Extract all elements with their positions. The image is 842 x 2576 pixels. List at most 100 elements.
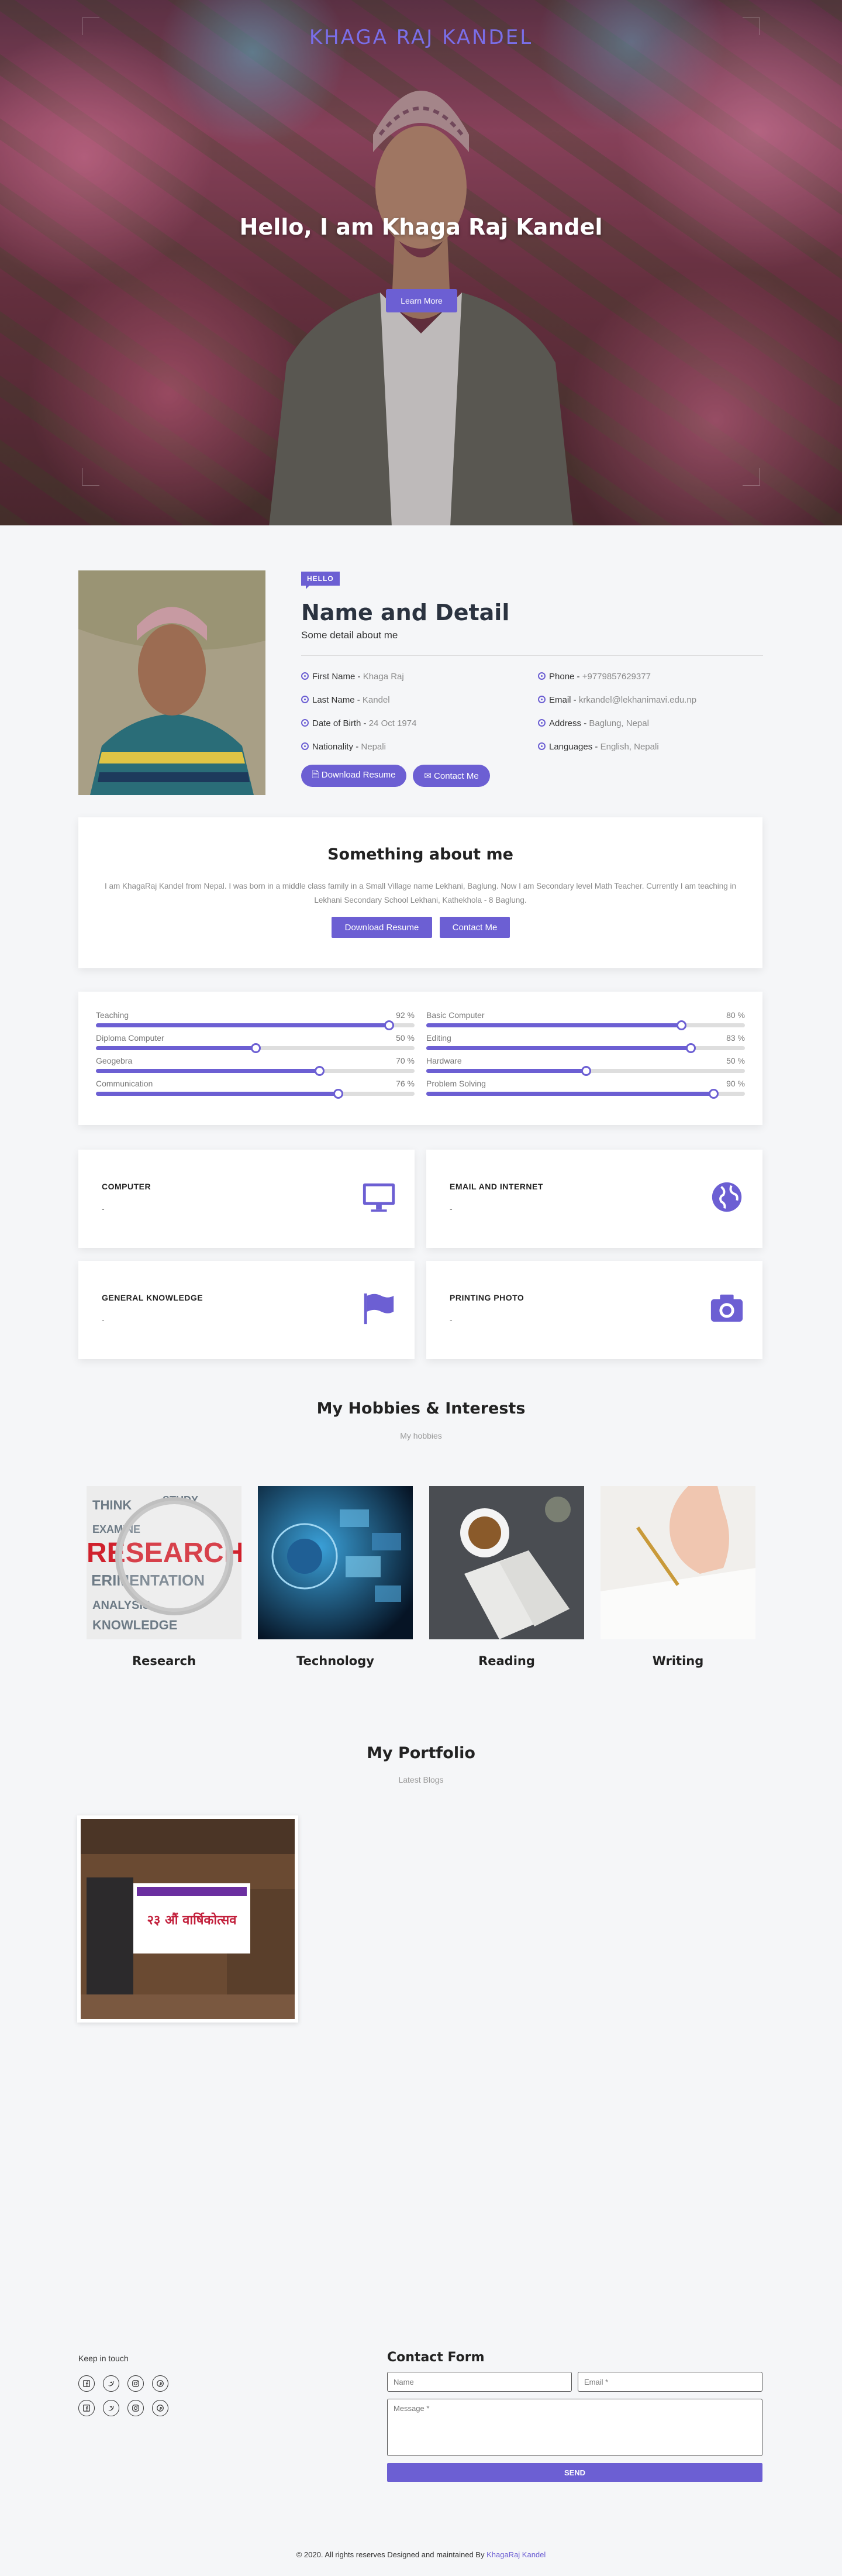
send-button[interactable]: SEND [387, 2463, 762, 2482]
skill-label: Basic Computer [426, 1010, 485, 1020]
skill-slider-handle[interactable] [581, 1066, 591, 1076]
hobby-caption-reading: Reading [478, 1654, 535, 1668]
service-detail: - [450, 1204, 453, 1213]
skill-percent: 92 % [396, 1010, 415, 1020]
author-link[interactable]: KhagaRaj Kandel [486, 2550, 546, 2559]
skill-basic-computer: Basic Computer 80 % [426, 1010, 745, 1030]
skill-percent: 50 % [726, 1056, 745, 1065]
skill-fill [96, 1023, 389, 1027]
profile-photo [78, 570, 265, 795]
skill-problem-solving: Problem Solving 90 % [426, 1079, 745, 1099]
profile-subtitle: Some detail about me [301, 630, 398, 641]
info-nationality: Nationality - Nepali [301, 742, 386, 752]
skill-slider-handle[interactable] [677, 1020, 686, 1030]
bullet-icon [301, 672, 309, 680]
skill-slider-handle[interactable] [686, 1043, 696, 1053]
bullet-icon [538, 696, 546, 703]
twitter-icon[interactable] [103, 2375, 119, 2392]
skill-label: Hardware [426, 1056, 462, 1065]
skill-track [426, 1066, 745, 1076]
skill-label: Communication [96, 1079, 153, 1088]
globe-icon [712, 1182, 742, 1212]
email-field[interactable] [578, 2372, 762, 2392]
twitter-icon[interactable] [103, 2400, 119, 2416]
divider [301, 655, 763, 656]
skill-slider-handle[interactable] [384, 1020, 395, 1030]
portfolio-banner-text: २३ औं वार्षिकोत्सव [147, 1912, 237, 1928]
skill-slider-handle[interactable] [708, 1089, 719, 1099]
camera-icon [710, 1294, 743, 1322]
skill-communication: Communication 76 % [96, 1079, 415, 1099]
flag-icon [364, 1293, 394, 1325]
hobbies-subtitle: My hobbies [400, 1431, 442, 1440]
skill-fill [96, 1092, 339, 1096]
about-title: Something about me [327, 845, 513, 864]
hero-section: KHAGA RAJ KANDEL Hello, I am Khaga Raj K… [0, 0, 842, 525]
portfolio-item[interactable]: २३ औं वार्षिकोत्सव [77, 1815, 298, 2023]
name-field[interactable] [387, 2372, 572, 2392]
skill-track [96, 1020, 415, 1030]
hobby-image-writing [601, 1486, 755, 1639]
hobby-image-technology [258, 1486, 413, 1639]
skill-percent: 80 % [726, 1010, 745, 1020]
info-address: Address - Baglung, Nepal [538, 718, 649, 728]
skill-slider-handle[interactable] [314, 1066, 325, 1076]
site-brand-name[interactable]: KHAGA RAJ KANDEL [0, 26, 842, 49]
info-phone: Phone - +9779857629377 [538, 672, 651, 682]
svg-text:KNOWLEDGE: KNOWLEDGE [92, 1618, 177, 1632]
portfolio-image: २३ औं वार्षिकोत्सव [81, 1819, 295, 2019]
skill-label: Teaching [96, 1010, 129, 1020]
bullet-icon [301, 742, 309, 750]
service-title: COMPUTER [102, 1182, 151, 1191]
bullet-icon [301, 696, 309, 703]
skill-track [426, 1020, 745, 1030]
skill-track [96, 1066, 415, 1076]
pinterest-icon[interactable] [152, 2375, 168, 2392]
about-contact-me-button[interactable]: Contact Me [440, 917, 510, 938]
hello-badge: HELLO [301, 572, 340, 589]
portfolio-title: My Portfolio [367, 1744, 475, 1762]
hero-headline: Hello, I am Khaga Raj Kandel [239, 214, 603, 240]
skill-fill [426, 1023, 681, 1027]
learn-more-button[interactable]: Learn More [386, 289, 457, 312]
skill-slider-handle[interactable] [250, 1043, 261, 1053]
service-detail: - [450, 1315, 453, 1325]
hobbies-title: My Hobbies & Interests [316, 1399, 526, 1418]
hobby-caption-writing: Writing [652, 1654, 704, 1668]
skill-percent: 50 % [396, 1033, 415, 1043]
service-title: EMAIL AND INTERNET [450, 1182, 543, 1191]
message-field[interactable] [387, 2399, 762, 2456]
skill-editing: Editing 83 % [426, 1033, 745, 1053]
contact-form-title: Contact Form [387, 2350, 485, 2365]
profile-title: Name and Detail [301, 600, 510, 625]
skill-fill [426, 1092, 713, 1096]
service-title: GENERAL KNOWLEDGE [102, 1293, 203, 1302]
instagram-icon[interactable] [127, 2375, 144, 2392]
facebook-icon[interactable] [78, 2400, 95, 2416]
service-card-general-knowledge: GENERAL KNOWLEDGE - [78, 1261, 415, 1359]
about-download-resume-button[interactable]: Download Resume [332, 917, 432, 938]
skill-fill [426, 1069, 586, 1073]
contact-me-button[interactable]: ✉ Contact Me [413, 765, 490, 787]
skill-fill [426, 1046, 691, 1050]
pinterest-icon[interactable] [152, 2400, 168, 2416]
skill-diploma-computer: Diploma Computer 50 % [96, 1033, 415, 1053]
hobby-caption-technology: Technology [296, 1654, 374, 1668]
skill-percent: 70 % [396, 1056, 415, 1065]
info-last-name: Last Name - Kandel [301, 695, 390, 705]
skill-hardware: Hardware 50 % [426, 1056, 745, 1076]
skill-slider-handle[interactable] [333, 1089, 344, 1099]
skill-label: Problem Solving [426, 1079, 486, 1088]
info-first-name: First Name - Khaga Raj [301, 672, 404, 682]
skill-percent: 83 % [726, 1033, 745, 1043]
download-resume-button[interactable]: 🗎 Download Resume [301, 765, 406, 787]
bullet-icon [538, 672, 546, 680]
info-languages: Languages - English, Nepali [538, 742, 659, 752]
skill-label: Diploma Computer [96, 1033, 164, 1043]
service-card-printing-photo: PRINTING PHOTO - [426, 1261, 762, 1359]
about-text: I am KhagaRaj Kandel from Nepal. I was b… [104, 882, 737, 904]
instagram-icon[interactable] [127, 2400, 144, 2416]
keep-in-touch-label: Keep in touch [78, 2354, 129, 2363]
skill-fill [96, 1046, 256, 1050]
facebook-icon[interactable] [78, 2375, 95, 2392]
